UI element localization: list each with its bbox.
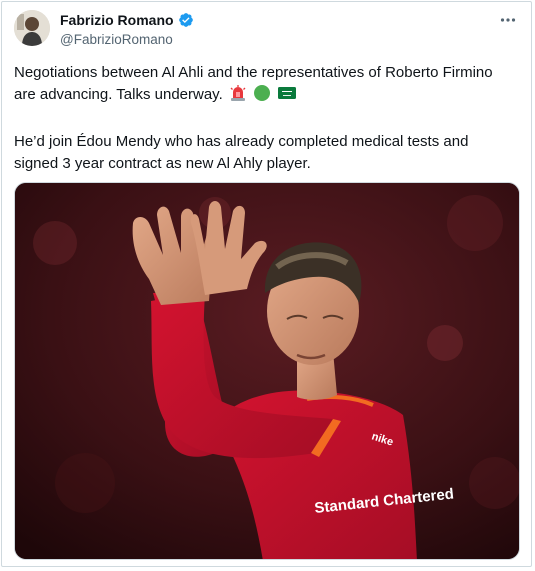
more-options-button[interactable] xyxy=(497,10,519,30)
avatar-photo-icon xyxy=(14,10,50,46)
tweet-text: Negotiations between Al Ahli and the rep… xyxy=(14,62,514,175)
tweet-media-photo[interactable]: Standard Chartered nike xyxy=(14,182,520,560)
saudi-arabia-flag-emoji-icon xyxy=(277,84,297,109)
footballer-applauding-photo: Standard Chartered nike xyxy=(15,183,519,559)
siren-emoji-icon xyxy=(229,84,247,109)
tweet-card: Fabrizio Romano @FabrizioRomano Negotiat… xyxy=(1,1,532,567)
author-avatar[interactable] xyxy=(14,10,50,46)
tweet-paragraph-1: Negotiations between Al Ahli and the rep… xyxy=(14,62,514,109)
author-name[interactable]: Fabrizio Romano xyxy=(60,12,174,28)
verified-badge-icon xyxy=(178,12,194,28)
tweet-header: Fabrizio Romano @FabrizioRomano xyxy=(14,10,519,50)
more-options-icon xyxy=(500,18,516,22)
tweet-paragraph-2: He’d join Édou Mendy who has already com… xyxy=(14,133,469,172)
green-circle-emoji-icon xyxy=(253,84,271,109)
author-identity: Fabrizio Romano @FabrizioRomano xyxy=(60,11,194,47)
author-handle[interactable]: @FabrizioRomano xyxy=(60,32,194,47)
